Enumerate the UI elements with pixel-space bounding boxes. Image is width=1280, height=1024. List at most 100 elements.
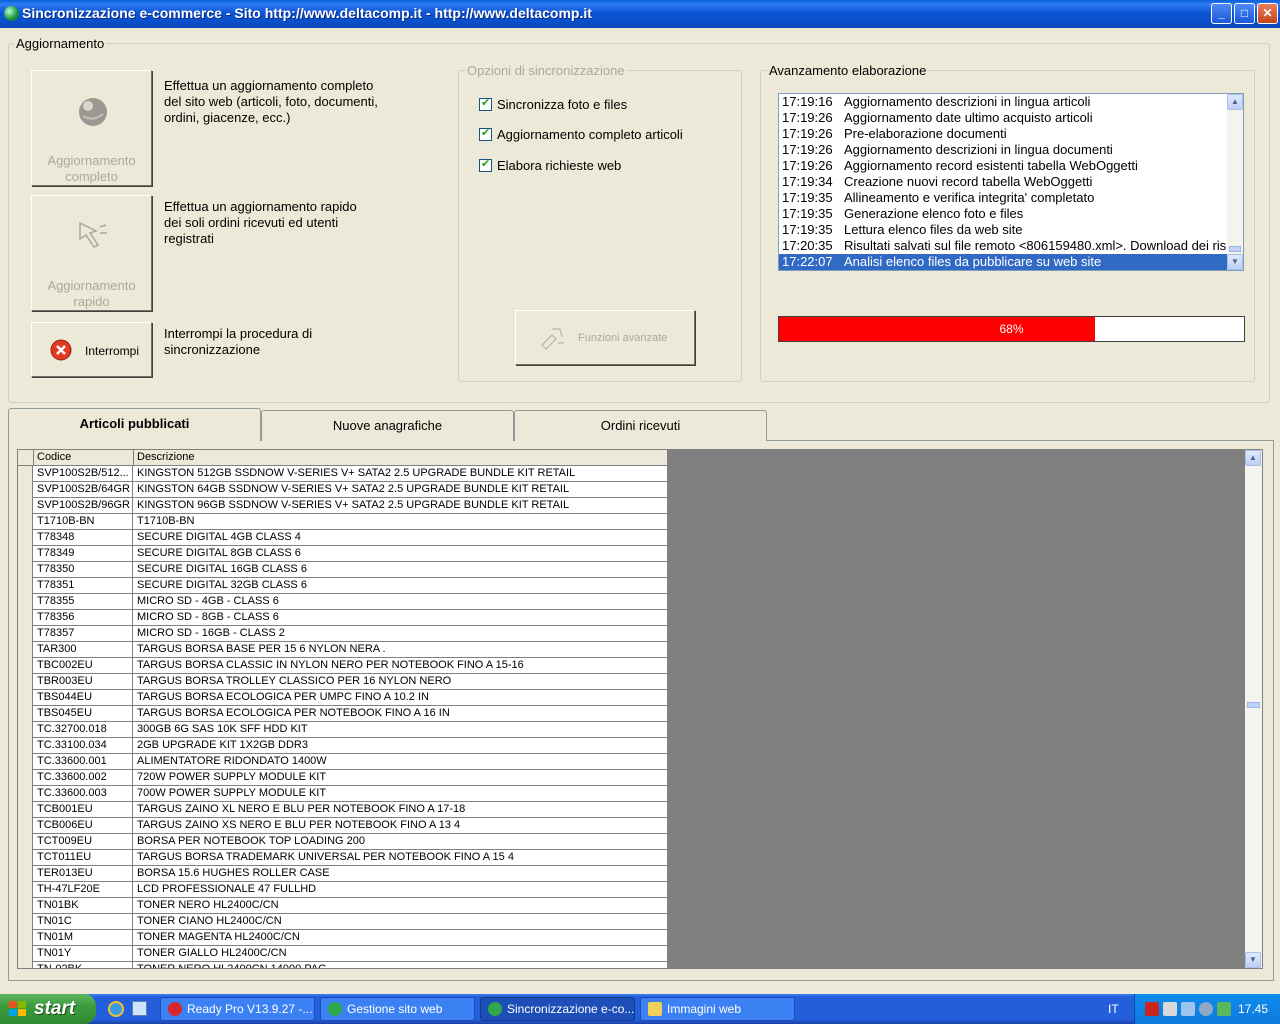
table-row[interactable]: TC.33600.002 720W POWER SUPPLY MODULE KIT: [18, 770, 668, 786]
cell-descrizione[interactable]: LCD PROFESSIONALE 47 FULLHD: [134, 882, 668, 898]
log-list[interactable]: 17:19:16 Aggiornamento descrizioni in lin…: [778, 93, 1244, 271]
log-row[interactable]: 17:22:07 Analisi elenco files da pubblica…: [779, 254, 1228, 270]
row-selector[interactable]: [18, 802, 33, 818]
cell-descrizione[interactable]: KINGSTON 64GB SSDNOW V-SERIES V+ SATA2 2…: [134, 482, 668, 498]
minimize-button[interactable]: _: [1211, 3, 1232, 24]
row-selector[interactable]: [18, 722, 33, 738]
table-row[interactable]: SVP100S2B/512... KINGSTON 512GB SSDNOW V-…: [18, 466, 668, 482]
close-button[interactable]: ✕: [1257, 3, 1278, 24]
row-selector[interactable]: [18, 578, 33, 594]
grid-scrollbar[interactable]: ▲ ▼: [1245, 450, 1262, 968]
cell-codice[interactable]: TN01Y: [34, 946, 133, 962]
column-header-codice[interactable]: Codice: [34, 450, 134, 466]
cell-codice[interactable]: SVP100S2B/512...: [34, 466, 133, 482]
cell-codice[interactable]: TC.32700.018: [34, 722, 133, 738]
table-row[interactable]: T78356 MICRO SD - 8GB - CLASS 6: [18, 610, 668, 626]
table-row[interactable]: TN-02BK TONER NERO HL2400CN 14000 PAG: [18, 962, 668, 968]
log-row[interactable]: 17:20:35 Risultati salvati sul file remot…: [779, 238, 1228, 254]
cell-descrizione[interactable]: BORSA 15.6 HUGHES ROLLER CASE: [134, 866, 668, 882]
cell-descrizione[interactable]: TARGUS BORSA TROLLEY CLASSICO PER 16 NYL…: [134, 674, 668, 690]
cell-codice[interactable]: TCB006EU: [34, 818, 133, 834]
row-selector[interactable]: [18, 466, 33, 482]
start-button[interactable]: start: [0, 994, 96, 1024]
taskbar-button-sincronizzazione[interactable]: Sincronizzazione e-co...: [480, 997, 635, 1021]
row-selector[interactable]: [18, 594, 33, 610]
cell-descrizione[interactable]: SECURE DIGITAL 32GB CLASS 6: [134, 578, 668, 594]
cell-codice[interactable]: TN01M: [34, 930, 133, 946]
cell-codice[interactable]: SVP100S2B/64GR: [34, 482, 133, 498]
checkbox[interactable]: [479, 96, 492, 111]
option-full-articles[interactable]: Aggiornamento completo articoli: [479, 126, 719, 143]
column-header-descrizione[interactable]: Descrizione: [134, 450, 668, 466]
row-selector[interactable]: [18, 786, 33, 802]
table-row[interactable]: TER013EU BORSA 15.6 HUGHES ROLLER CASE: [18, 866, 668, 882]
table-row[interactable]: TAR300 TARGUS BORSA BASE PER 15 6 NYLON N…: [18, 642, 668, 658]
table-row[interactable]: SVP100S2B/96GR KINGSTON 96GB SSDNOW V-SER…: [18, 498, 668, 514]
row-selector[interactable]: [18, 498, 33, 514]
maximize-button[interactable]: □: [1234, 3, 1255, 24]
full-update-button[interactable]: Aggiornamento completo: [31, 70, 152, 186]
log-scrollbar[interactable]: ▲ ▼: [1227, 94, 1243, 270]
table-row[interactable]: TN01Y TONER GIALLO HL2400C/CN: [18, 946, 668, 962]
row-selector[interactable]: [18, 658, 33, 674]
row-selector[interactable]: [18, 930, 33, 946]
row-selector[interactable]: [18, 546, 33, 562]
nvidia-tray-icon[interactable]: [1217, 1002, 1231, 1016]
ie-quicklaunch-icon[interactable]: [108, 1001, 124, 1017]
cell-codice[interactable]: TCB001EU: [34, 802, 133, 818]
cell-codice[interactable]: TC.33600.001: [34, 754, 133, 770]
taskbar-button-ready-pro[interactable]: Ready Pro V13.9.27 -...: [160, 997, 315, 1021]
cell-codice[interactable]: T78355: [34, 594, 133, 610]
table-row[interactable]: TC.33600.001 ALIMENTATORE RIDONDATO 1400W: [18, 754, 668, 770]
table-row[interactable]: TN01BK TONER NERO HL2400C/CN: [18, 898, 668, 914]
cell-codice[interactable]: T78349: [34, 546, 133, 562]
table-row[interactable]: T78350 SECURE DIGITAL 16GB CLASS 6: [18, 562, 668, 578]
log-row[interactable]: 17:19:16 Aggiornamento descrizioni in lin…: [779, 94, 1228, 110]
cell-descrizione[interactable]: MICRO SD - 4GB - CLASS 6: [134, 594, 668, 610]
desktop-quicklaunch-icon[interactable]: [132, 1001, 147, 1016]
cell-codice[interactable]: TER013EU: [34, 866, 133, 882]
cell-descrizione[interactable]: TONER CIANO HL2400C/CN: [134, 914, 668, 930]
cell-codice[interactable]: TC.33600.003: [34, 786, 133, 802]
cell-codice[interactable]: T78357: [34, 626, 133, 642]
table-row[interactable]: TN01M TONER MAGENTA HL2400C/CN: [18, 930, 668, 946]
row-selector[interactable]: [18, 738, 33, 754]
cell-descrizione[interactable]: TARGUS BORSA ECOLOGICA PER UMPC FINO A 1…: [134, 690, 668, 706]
table-row[interactable]: TBR003EU TARGUS BORSA TROLLEY CLASSICO PE…: [18, 674, 668, 690]
cell-codice[interactable]: TC.33100.034: [34, 738, 133, 754]
row-selector[interactable]: [18, 690, 33, 706]
table-row[interactable]: T1710B-BN T1710B-BN: [18, 514, 668, 530]
cell-codice[interactable]: TC.33600.002: [34, 770, 133, 786]
log-row[interactable]: 17:19:34 Creazione nuovi record tabella W…: [779, 174, 1228, 190]
table-row[interactable]: T78357 MICRO SD - 16GB - CLASS 2: [18, 626, 668, 642]
acrobat-tray-icon[interactable]: [1145, 1002, 1159, 1016]
taskbar-button-gestione-sito[interactable]: Gestione sito web: [320, 997, 475, 1021]
table-row[interactable]: TCT009EU BORSA PER NOTEBOOK TOP LOADING 2…: [18, 834, 668, 850]
row-selector[interactable]: [18, 674, 33, 690]
cell-descrizione[interactable]: TARGUS BORSA CLASSIC IN NYLON NERO PER N…: [134, 658, 668, 674]
cell-codice[interactable]: T78351: [34, 578, 133, 594]
articles-grid[interactable]: Codice Descrizione SVP100S2B/512... KINGS…: [18, 450, 668, 968]
cell-descrizione[interactable]: MICRO SD - 8GB - CLASS 6: [134, 610, 668, 626]
row-selector[interactable]: [18, 818, 33, 834]
table-row[interactable]: TCB001EU TARGUS ZAINO XL NERO E BLU PER N…: [18, 802, 668, 818]
table-row[interactable]: TC.32700.018 300GB 6G SAS 10K SFF HDD KIT: [18, 722, 668, 738]
row-selector[interactable]: [18, 610, 33, 626]
cell-descrizione[interactable]: BORSA PER NOTEBOOK TOP LOADING 200: [134, 834, 668, 850]
volume-icon[interactable]: [1163, 1002, 1177, 1016]
row-selector[interactable]: [18, 562, 33, 578]
cell-descrizione[interactable]: TARGUS ZAINO XL NERO E BLU PER NOTEBOOK …: [134, 802, 668, 818]
log-row[interactable]: 17:19:26 Pre-elaborazione documenti: [779, 126, 1228, 142]
row-selector[interactable]: [18, 946, 33, 962]
row-selector[interactable]: [18, 850, 33, 866]
taskbar-button-immagini-web[interactable]: Immagini web: [640, 997, 795, 1021]
cell-descrizione[interactable]: 720W POWER SUPPLY MODULE KIT: [134, 770, 668, 786]
cell-descrizione[interactable]: TARGUS BORSA TRADEMARK UNIVERSAL PER NOT…: [134, 850, 668, 866]
table-row[interactable]: T78349 SECURE DIGITAL 8GB CLASS 6: [18, 546, 668, 562]
advanced-functions-button[interactable]: Funzioni avanzate: [515, 310, 695, 365]
checkbox[interactable]: [479, 126, 492, 141]
cell-descrizione[interactable]: 700W POWER SUPPLY MODULE KIT: [134, 786, 668, 802]
cell-descrizione[interactable]: TONER MAGENTA HL2400C/CN: [134, 930, 668, 946]
tab-nuove-anagrafiche[interactable]: Nuove anagrafiche: [261, 410, 514, 441]
row-selector[interactable]: [18, 530, 33, 546]
